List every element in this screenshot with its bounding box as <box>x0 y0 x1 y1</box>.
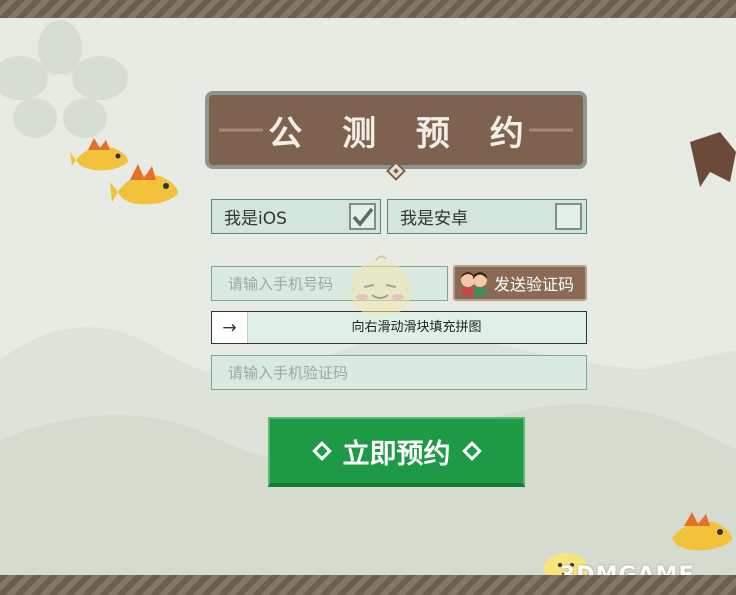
flower-decoration-icon <box>0 20 128 138</box>
slider-handle[interactable]: → <box>212 312 248 343</box>
send-code-label: 发送验证码 <box>494 275 575 294</box>
diamond-ornament-icon <box>386 161 406 181</box>
ios-checkbox[interactable] <box>349 203 376 230</box>
android-option-label: 我是安卓 <box>400 209 468 229</box>
fish-icon <box>110 164 178 205</box>
diamond-icon <box>311 441 332 461</box>
fish-icon <box>672 512 732 551</box>
wing-decoration-icon <box>690 132 736 187</box>
diamond-icon <box>461 441 482 461</box>
ios-option[interactable]: 我是iOS <box>211 199 381 234</box>
android-checkbox[interactable] <box>555 203 582 230</box>
code-field[interactable] <box>211 355 587 390</box>
page-title: 公 测 预 约 <box>268 113 538 154</box>
android-option[interactable]: 我是安卓 <box>387 199 587 234</box>
arrow-right-icon: → <box>222 317 237 338</box>
bottom-border <box>0 575 736 595</box>
ios-option-label: 我是iOS <box>224 209 287 229</box>
reserve-now-label: 立即预约 <box>342 438 451 470</box>
reserve-now-button[interactable]: 立即预约 <box>268 417 525 487</box>
checkmark-icon <box>352 207 373 227</box>
mascot-icon <box>350 255 412 317</box>
send-code-button[interactable]: 发送验证码 <box>453 265 587 301</box>
code-input[interactable] <box>212 356 586 389</box>
title-board: 公 测 预 约 <box>205 91 587 169</box>
top-border <box>0 0 736 18</box>
avatars-icon <box>461 272 488 296</box>
